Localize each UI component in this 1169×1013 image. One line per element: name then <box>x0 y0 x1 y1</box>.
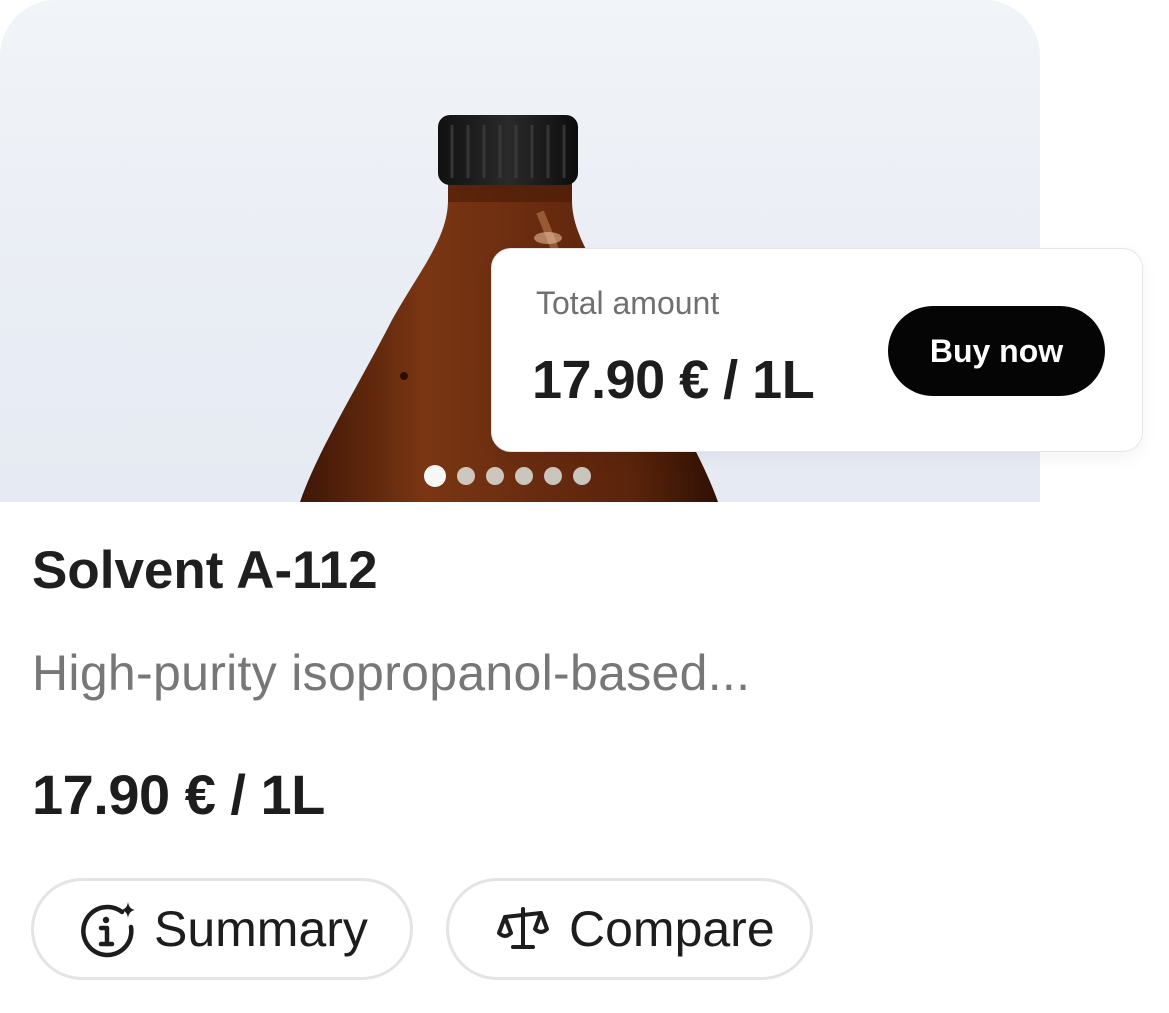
total-amount-value: 17.90 € / 1L <box>532 350 815 410</box>
carousel-dot[interactable] <box>424 465 446 487</box>
product-title: Solvent A-112 <box>32 541 378 600</box>
summary-button[interactable]: Summary <box>31 878 413 980</box>
total-amount-card: Total amount 17.90 € / 1L Buy now <box>491 248 1143 452</box>
summary-label: Summary <box>154 901 368 957</box>
product-description: High-purity isopropanol-based... <box>32 645 751 701</box>
carousel-dot[interactable] <box>457 467 475 485</box>
compare-label: Compare <box>569 901 775 957</box>
total-amount-label: Total amount <box>536 285 720 321</box>
product-price: 17.90 € / 1L <box>32 763 325 826</box>
buy-now-button[interactable]: Buy now <box>888 306 1105 396</box>
carousel-dot[interactable] <box>573 467 591 485</box>
carousel-dots <box>424 465 591 487</box>
carousel-dot[interactable] <box>544 467 562 485</box>
info-sparkle-icon <box>78 899 138 959</box>
carousel-dot[interactable] <box>515 467 533 485</box>
scale-icon <box>493 899 553 959</box>
carousel-dot[interactable] <box>486 467 504 485</box>
compare-button[interactable]: Compare <box>446 878 813 980</box>
